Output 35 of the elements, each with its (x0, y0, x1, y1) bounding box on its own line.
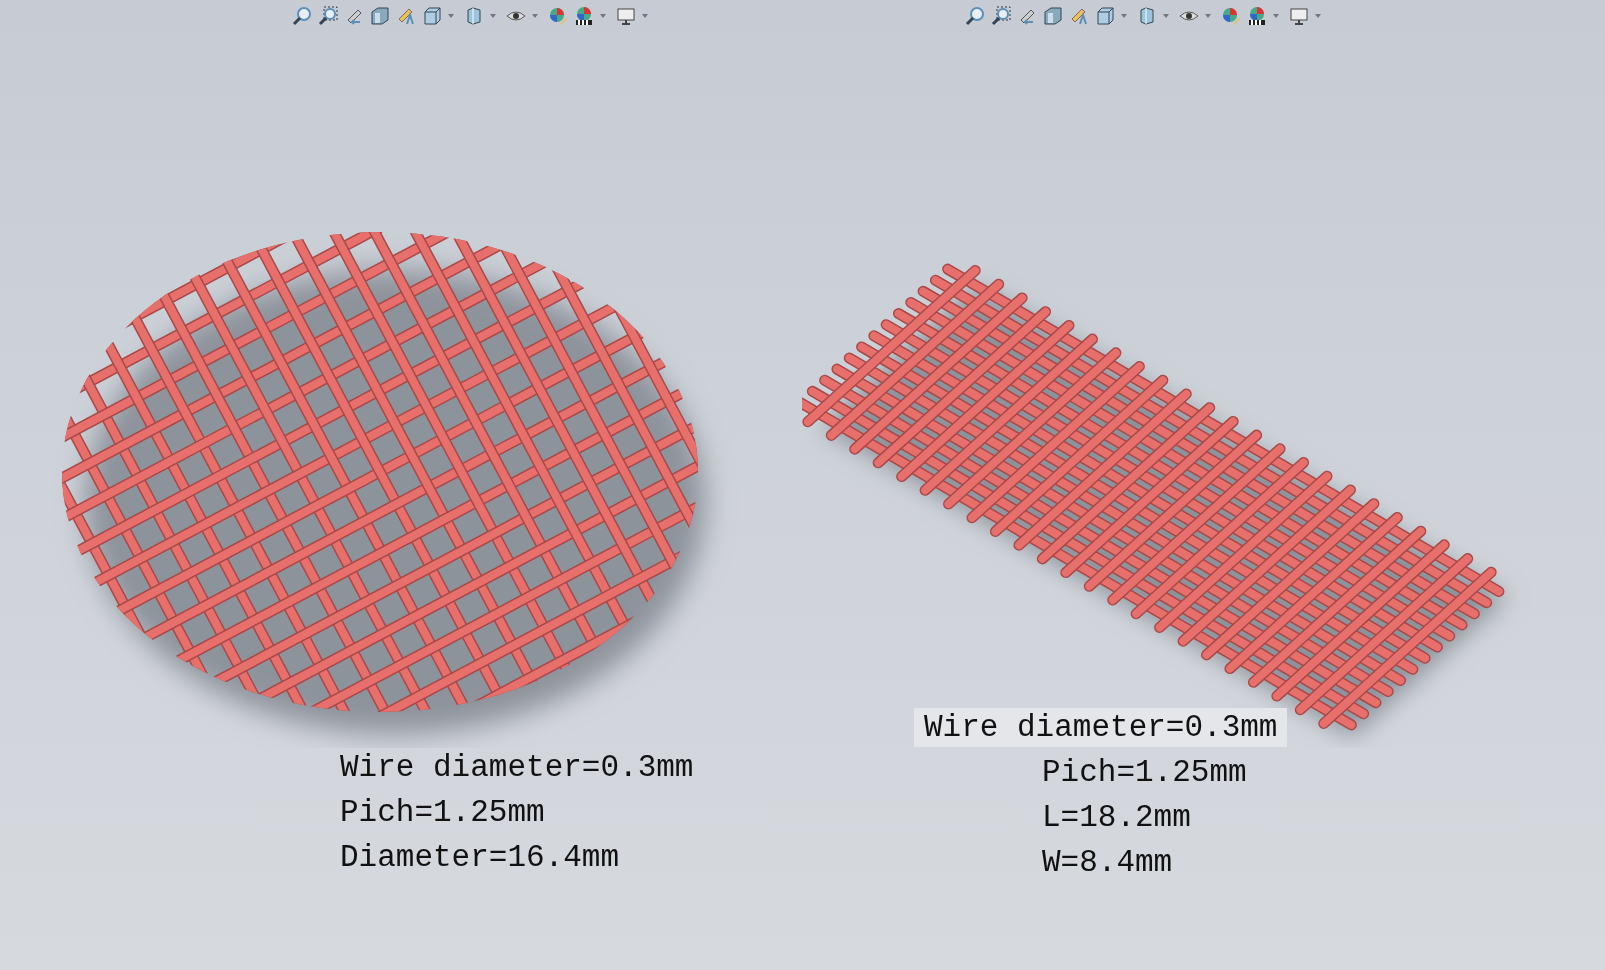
caret-icon[interactable] (1205, 13, 1211, 19)
section-view-icon[interactable] (370, 6, 390, 26)
caret-icon[interactable] (448, 13, 454, 19)
specification-text: Wire diameter=0.3mm (914, 708, 1288, 747)
color-ball-pencil-icon[interactable] (1221, 6, 1241, 26)
color-ball-pencil-icon[interactable] (548, 6, 568, 26)
cube-icon[interactable] (1095, 6, 1115, 26)
dashed-magnifier-icon[interactable] (318, 6, 338, 26)
specification-text: W=8.4mm (1041, 844, 1174, 882)
box-icon[interactable] (1137, 6, 1157, 26)
caret-icon[interactable] (600, 13, 606, 19)
caret-icon[interactable] (532, 13, 538, 19)
specification-text: L=18.2mm (1041, 799, 1192, 837)
specification-text: Pich=1.25mm (1041, 754, 1248, 792)
caret-icon[interactable] (1121, 13, 1127, 19)
specification-text: Wire diameter=0.3mm (339, 749, 695, 787)
caret-icon[interactable] (1163, 13, 1169, 19)
specification-text: Diameter=16.4mm (339, 839, 621, 877)
magnifier-icon[interactable] (292, 6, 312, 26)
monitor-icon[interactable] (1289, 6, 1309, 26)
caret-icon[interactable] (642, 13, 648, 19)
dashed-magnifier-icon[interactable] (991, 6, 1011, 26)
magnifier-icon[interactable] (965, 6, 985, 26)
pencil-letter-icon[interactable] (396, 6, 416, 26)
color-ball-checker-icon[interactable] (574, 6, 594, 26)
monitor-icon[interactable] (616, 6, 636, 26)
caret-icon[interactable] (1315, 13, 1321, 19)
specification-text: Pich=1.25mm (339, 794, 546, 832)
section-view-icon[interactable] (1043, 6, 1063, 26)
box-icon[interactable] (464, 6, 484, 26)
cube-icon[interactable] (422, 6, 442, 26)
caret-icon[interactable] (1273, 13, 1279, 19)
pencil-letter-icon[interactable] (1069, 6, 1089, 26)
caret-icon[interactable] (490, 13, 496, 19)
color-ball-checker-icon[interactable] (1247, 6, 1267, 26)
